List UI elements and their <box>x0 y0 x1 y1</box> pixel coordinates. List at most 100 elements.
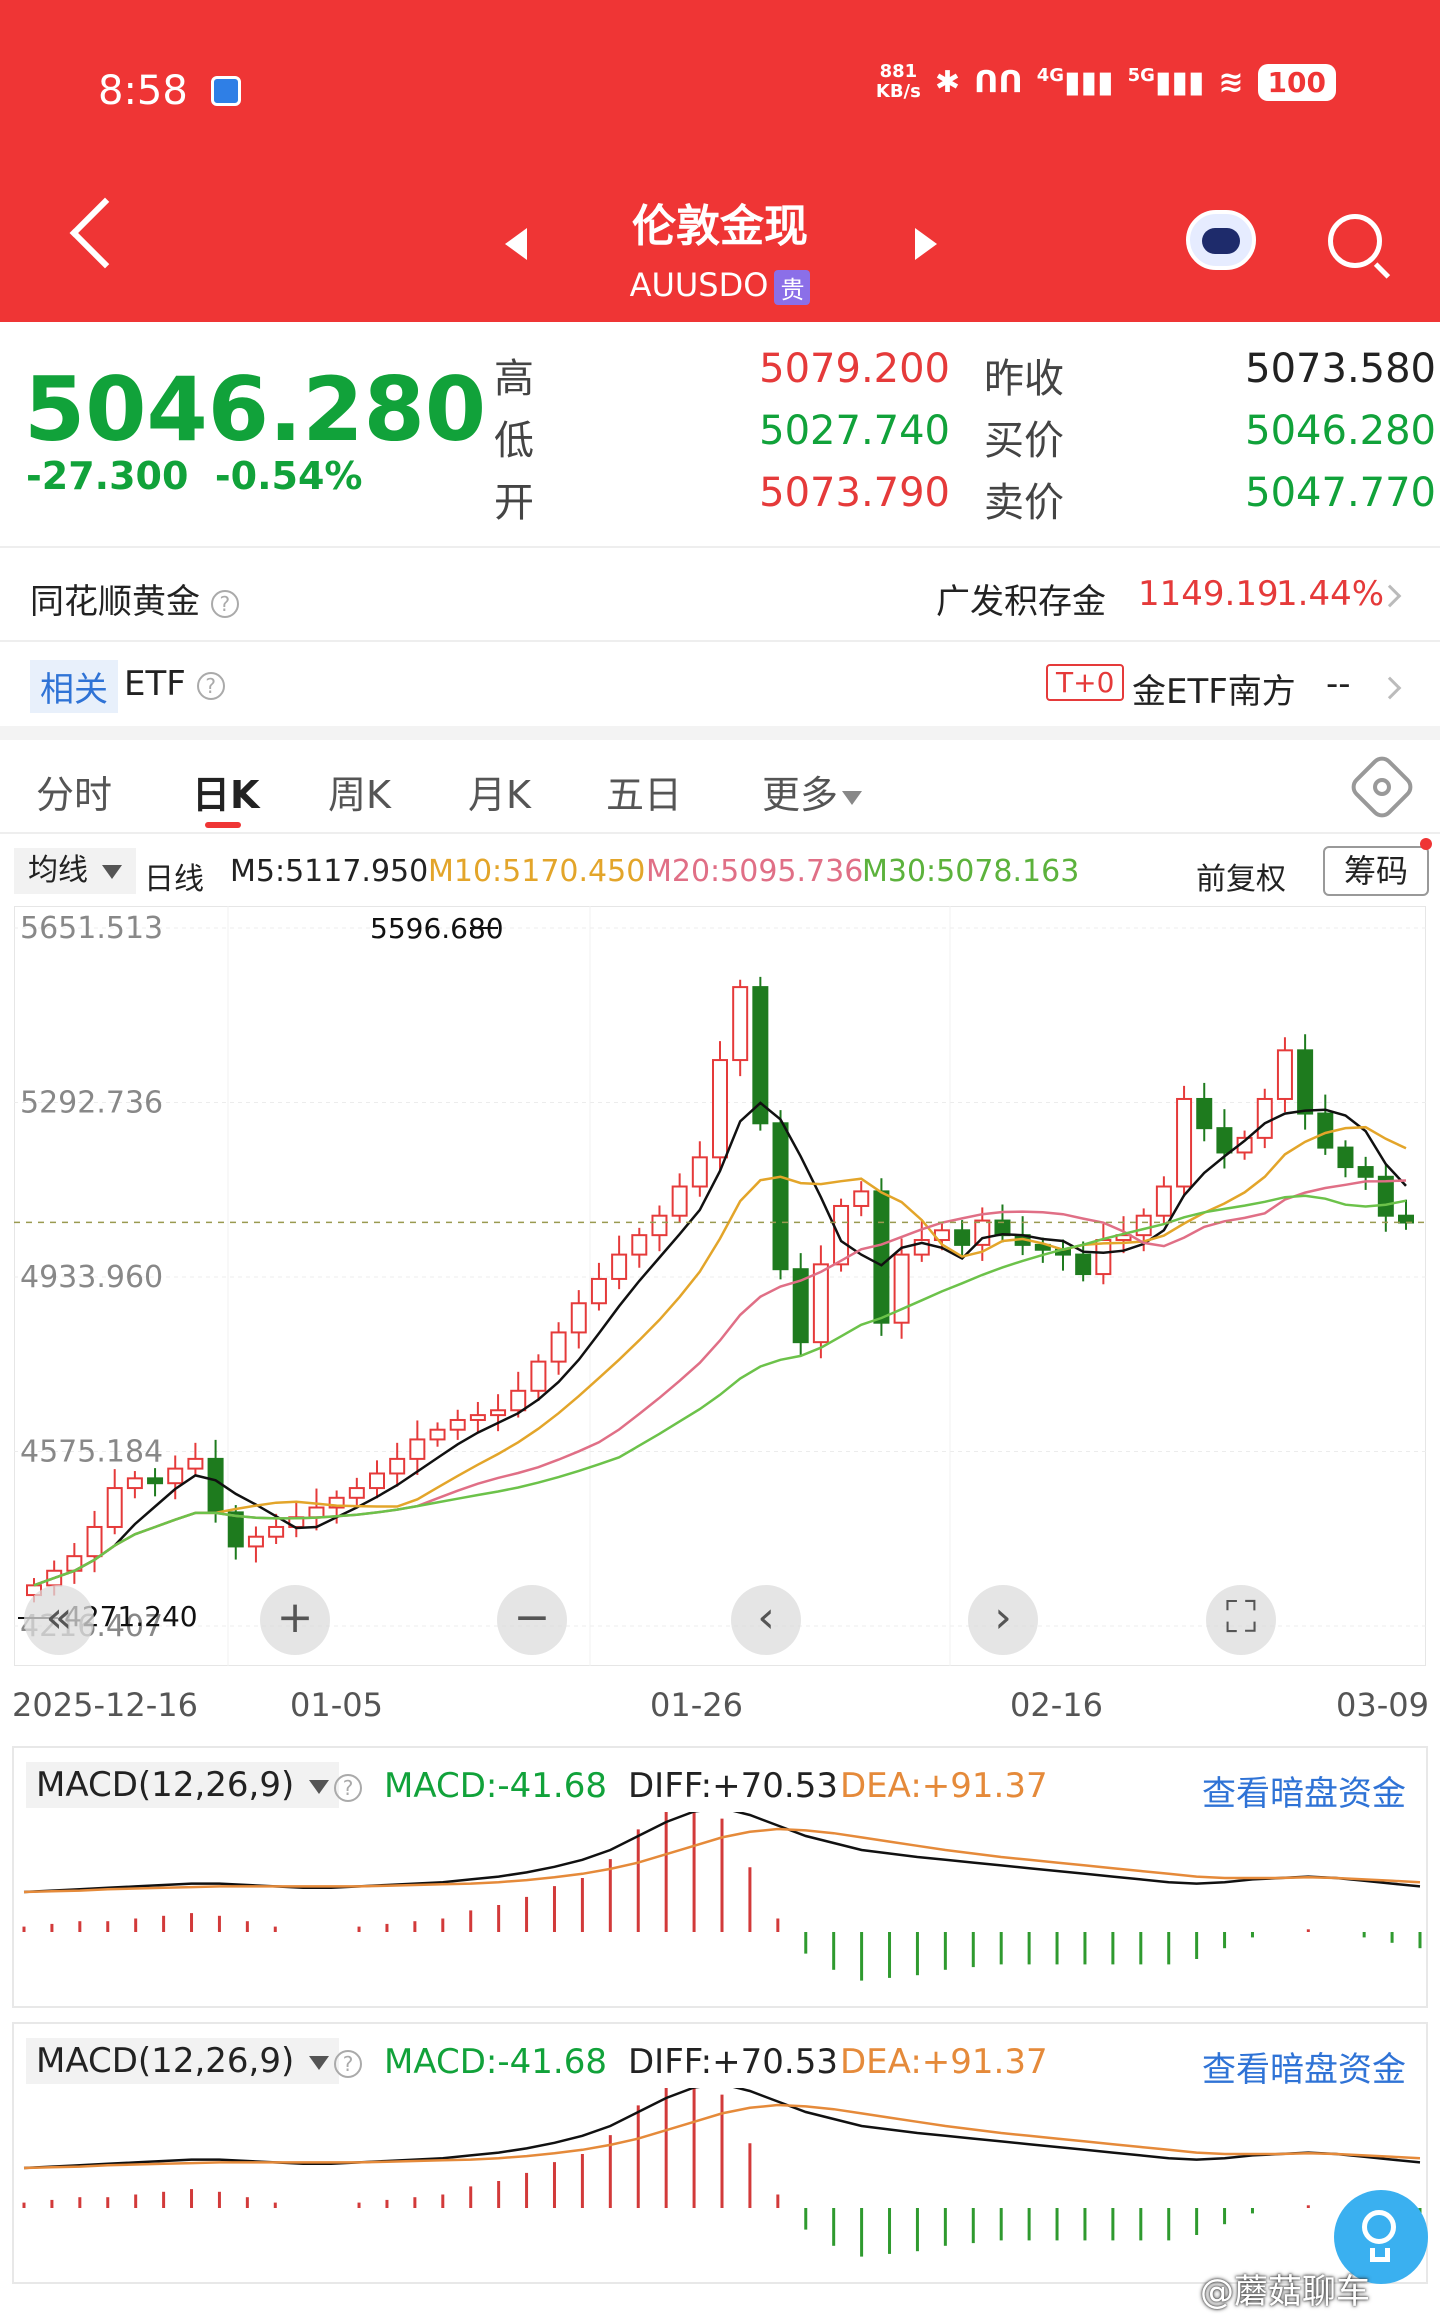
bid-value: 5046.280 <box>1245 408 1436 454</box>
next-instrument-icon[interactable] <box>915 228 937 260</box>
macd-header: MACD(12,26,9) ? MACD:-41.68 DIFF:+70.53 … <box>14 2038 1430 2090</box>
low-value: 5027.740 <box>759 408 950 454</box>
low-label: 低 <box>494 418 534 464</box>
macd-selector[interactable]: MACD(12,26,9) <box>26 1762 340 1808</box>
candle-body <box>490 1409 507 1417</box>
ma-indicator-bar: 均线 日线 M5:5117.950 M10:5170.450 M20:5095.… <box>0 842 1440 898</box>
prev-close-label: 昨收 <box>984 356 1064 402</box>
dark-pool-link[interactable]: 查看暗盘资金 <box>1202 2042 1406 2091</box>
candle-body <box>812 1263 829 1344</box>
robot-assistant-icon[interactable] <box>1186 210 1256 270</box>
zoom-out-button[interactable]: − <box>497 1585 567 1655</box>
candle-body <box>732 986 749 1062</box>
divider <box>0 546 1440 548</box>
related-gold-row[interactable]: 同花顺黄金 ? 广发积存金 1149.19 1.44% <box>0 550 1440 640</box>
divider <box>0 832 1440 834</box>
help-icon[interactable]: ? <box>334 2049 362 2078</box>
chip-distribution-button[interactable]: 筹码 <box>1323 846 1429 896</box>
help-icon[interactable]: ? <box>334 1773 362 1802</box>
candle-body <box>1196 1097 1213 1130</box>
candle-body <box>409 1438 426 1460</box>
candle-body <box>611 1253 628 1280</box>
date-tick: 2025-12-16 <box>12 1686 198 1724</box>
search-icon[interactable] <box>1328 214 1382 268</box>
prev-close-value: 5073.580 <box>1245 346 1436 392</box>
section-gap <box>0 726 1440 740</box>
tab-intraday[interactable]: 分时 <box>36 764 112 819</box>
tab-five-day[interactable]: 五日 <box>606 764 682 819</box>
diff-value: DIFF:+70.53 <box>628 1766 838 1806</box>
back-icon[interactable] <box>69 197 141 269</box>
candle-body <box>469 1414 486 1421</box>
bid-label: 买价 <box>984 418 1064 464</box>
candle-body <box>1095 1239 1112 1276</box>
candle-body <box>631 1234 648 1256</box>
candle-body <box>873 1190 890 1324</box>
macd-selector[interactable]: MACD(12,26,9) <box>26 2038 340 2084</box>
tab-more[interactable]: 更多 <box>762 764 863 819</box>
candle-body <box>954 1229 971 1246</box>
macd-chart <box>22 1812 1422 1981</box>
candle-body <box>207 1457 224 1514</box>
scroll-start-button[interactable]: « <box>24 1585 94 1655</box>
instrument-symbol: AUUSDO 贵 <box>520 266 920 305</box>
candle-body <box>1337 1146 1354 1169</box>
candle-body <box>308 1506 325 1519</box>
fullscreen-button[interactable]: ⛶ <box>1206 1585 1276 1655</box>
candle-body <box>1377 1175 1394 1217</box>
candle-body <box>106 1487 123 1528</box>
caret-down-icon <box>101 864 122 879</box>
related-etf-row[interactable]: 相关 ETF ? T+0 金ETF南方 -- <box>0 642 1440 732</box>
help-icon[interactable]: ? <box>210 589 239 618</box>
ma10-value: M10:5170.450 <box>428 854 646 889</box>
signal-5g-icon: 5G▮▮▮ <box>1127 64 1205 100</box>
open-value: 5073.790 <box>759 470 950 516</box>
tab-monthly-k[interactable]: 月K <box>468 764 531 819</box>
related-product-value: 1149.19 <box>1138 574 1279 614</box>
etf-name: 金ETF南方 <box>1132 672 1296 712</box>
top-header: 8:58 881 KB/s ✱ ᑎᑎ 4G▮▮▮ 5G▮▮▮ ≋ 100 伦敦金现… <box>0 0 1440 322</box>
dea-value: DEA:+91.37 <box>840 2042 1048 2082</box>
scroll-right-button[interactable]: › <box>968 1585 1038 1655</box>
tab-daily-k[interactable]: 日K <box>192 764 259 819</box>
wifi-icon: ≋ <box>1218 64 1244 100</box>
watermark: @蘑菇聊车 <box>1200 2272 1370 2312</box>
y-tick-label: 5651.513 <box>20 911 163 946</box>
candle-body <box>691 1156 708 1188</box>
candle-body <box>369 1472 385 1490</box>
candle-body <box>590 1277 607 1305</box>
candle-body <box>1357 1166 1374 1178</box>
help-icon[interactable]: ? <box>196 671 225 700</box>
candle-body <box>147 1477 164 1485</box>
ma5-value: M5:5117.950 <box>230 854 429 889</box>
candle-body <box>1135 1214 1152 1237</box>
ma20-value: M20:5095.736 <box>646 854 864 889</box>
candle-body <box>86 1525 103 1558</box>
ma-selector[interactable]: 均线 <box>14 848 136 894</box>
tab-weekly-k[interactable]: 周K <box>328 764 391 819</box>
candle-body <box>1155 1185 1172 1217</box>
ask-value: 5047.770 <box>1245 470 1436 516</box>
notification-dot <box>1420 838 1432 850</box>
dark-pool-link[interactable]: 查看暗盘资金 <box>1202 1766 1406 1815</box>
zoom-in-button[interactable]: + <box>260 1585 330 1655</box>
related-product-pct: 1.44% <box>1276 574 1385 614</box>
app-notification-icon <box>211 76 241 106</box>
candle-body <box>1075 1253 1092 1276</box>
related-gold-label: 同花顺黄金 ? <box>30 574 239 623</box>
macd-header: MACD(12,26,9) ? MACD:-41.68 DIFF:+70.53 … <box>14 1762 1430 1814</box>
caret-down-icon <box>309 2055 330 2070</box>
candlestick-chart[interactable]: 5651.5135292.7364933.9604575.1844216.407… <box>14 906 1426 1666</box>
battery-icon: 100 <box>1257 63 1336 101</box>
t0-badge: T+0 <box>1046 664 1125 701</box>
bluetooth-icon: ✱ <box>934 64 960 100</box>
last-price: 5046.280 <box>24 358 487 461</box>
status-icons: 881 KB/s ✱ ᑎᑎ 4G▮▮▮ 5G▮▮▮ ≋ 100 <box>876 62 1336 102</box>
date-tick: 01-26 <box>650 1686 743 1724</box>
candle-body <box>550 1331 567 1363</box>
adjust-mode[interactable]: 前复权 <box>1196 854 1286 898</box>
scroll-left-button[interactable]: ‹ <box>731 1585 801 1655</box>
y-tick-label: 5292.736 <box>20 1086 163 1121</box>
chart-frame <box>14 906 1426 1666</box>
y-tick-label: 4933.960 <box>20 1260 163 1295</box>
